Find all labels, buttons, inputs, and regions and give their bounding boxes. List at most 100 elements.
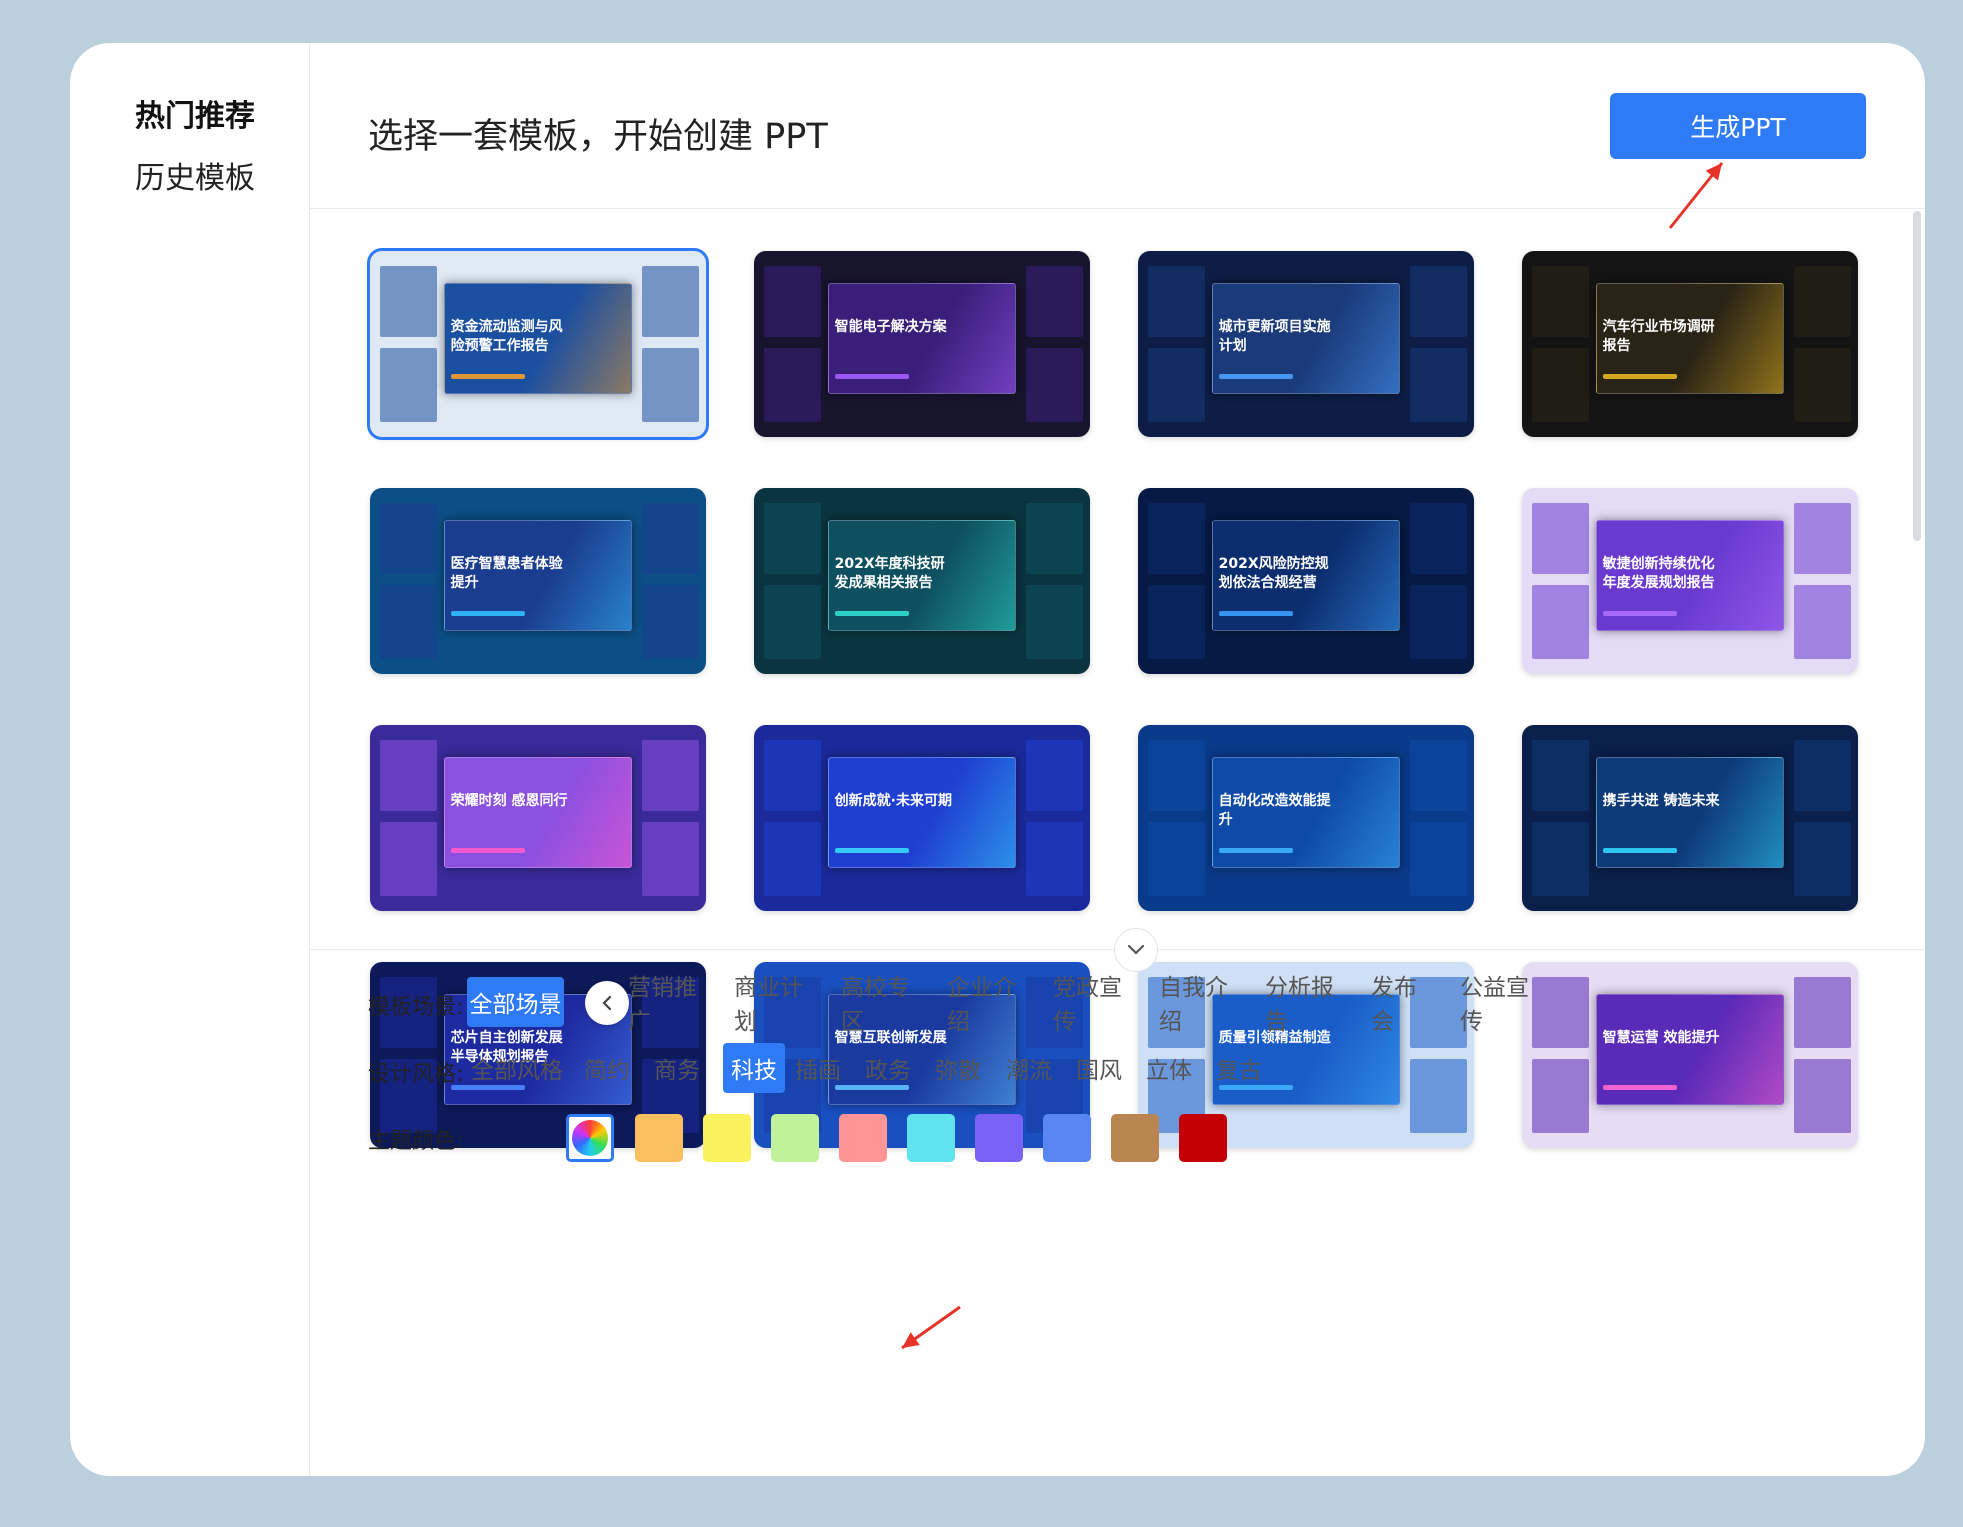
expand-button[interactable] (1114, 928, 1158, 972)
thumbnail-slide (1794, 1058, 1852, 1134)
template-card[interactable]: 携手共进 铸造未来 (1522, 725, 1858, 911)
thumbnail-slide (1410, 739, 1468, 811)
style-chip[interactable]: 政务 (863, 1043, 913, 1093)
thumbnail-slide (1532, 502, 1590, 574)
thumbnail-slide (1794, 821, 1852, 897)
scene-chip[interactable]: 党政宣传 (1053, 975, 1133, 1035)
style-chip[interactable]: 国风 (1074, 1043, 1124, 1093)
style-chip[interactable]: 复古 (1214, 1043, 1264, 1093)
style-chip[interactable]: 全部风格 (467, 1043, 567, 1093)
color-wheel-icon (572, 1120, 608, 1156)
thumbnail-slide (1794, 739, 1852, 811)
color-swatch-all[interactable] (566, 1114, 614, 1162)
template-card[interactable]: 医疗智慧患者体验提升 (370, 488, 706, 674)
thumbnail-slide (1148, 265, 1206, 337)
color-swatch[interactable] (1179, 1114, 1227, 1162)
thumbnail-slide (1532, 584, 1590, 660)
thumbnail-slide (1148, 502, 1206, 574)
thumbnail-accent-bar (1218, 847, 1293, 853)
color-swatch[interactable] (703, 1114, 751, 1162)
template-title: 创新成就·未来可期 (834, 792, 952, 809)
thumbnail-slide (764, 502, 822, 574)
main-content: 选择一套模板，开始创建 PPT 生成PPT 资金流动监测与风险预警工作报告 智能电… (310, 43, 1925, 1476)
thumbnail-accent-bar (450, 847, 525, 853)
scrollbar[interactable] (1913, 211, 1921, 541)
scene-chip[interactable]: 发布会 (1371, 975, 1431, 1035)
style-chip[interactable]: 插画 (793, 1043, 843, 1093)
scene-chip[interactable]: 分析报告 (1265, 975, 1345, 1035)
thumbnail-slide (1148, 821, 1206, 897)
thumbnail-slide (380, 584, 438, 660)
thumbnail-slide (1026, 821, 1084, 897)
color-swatch[interactable] (975, 1114, 1023, 1162)
sidebar-item-hot[interactable]: 热门推荐 (135, 91, 255, 135)
thumbnail-slide (642, 347, 700, 423)
thumbnail-slide (1148, 347, 1206, 423)
template-card[interactable]: 智能电子解决方案 (754, 251, 1090, 437)
thumbnail-slide (642, 502, 700, 574)
thumbnail-slide (1794, 347, 1852, 423)
template-card[interactable]: 荣耀时刻 感恩同行 (370, 725, 706, 911)
template-card[interactable]: 城市更新项目实施计划 (1138, 251, 1474, 437)
scene-chip[interactable]: 企业介绍 (947, 975, 1027, 1035)
thumbnail-slide (1026, 502, 1084, 574)
scene-chip[interactable]: 公益宣传 (1460, 975, 1540, 1035)
thumbnail-slide (1794, 976, 1852, 1048)
scene-chip[interactable]: 高校专区 (841, 975, 921, 1035)
template-card[interactable]: 创新成就·未来可期 (754, 725, 1090, 911)
thumbnail-accent-bar (450, 610, 525, 616)
scene-chip[interactable]: 全部场景 (467, 977, 564, 1027)
scene-prev-button[interactable] (585, 981, 629, 1025)
thumbnail-slide (1532, 265, 1590, 337)
scene-chip[interactable]: 营销推广 (628, 975, 708, 1035)
thumbnail-accent-bar (834, 610, 909, 616)
template-title: 汽车行业市场调研报告 (1602, 318, 1715, 354)
thumbnail-accent-bar (1602, 373, 1677, 379)
template-card[interactable]: 202X风险防控规划依法合规经营 (1138, 488, 1474, 674)
chevron-left-icon (602, 995, 612, 1011)
thumbnail-slide (380, 502, 438, 574)
template-card[interactable]: 202X年度科技研发成果相关报告 (754, 488, 1090, 674)
thumbnail-slide (642, 821, 700, 897)
thumbnail-slide (1026, 347, 1084, 423)
thumbnail-slide (642, 265, 700, 337)
scene-chip[interactable]: 商业计划 (734, 975, 814, 1035)
thumbnail-slide (1026, 265, 1084, 337)
thumbnail-slide (1794, 584, 1852, 660)
style-chip[interactable]: 科技 (723, 1043, 785, 1093)
template-card[interactable]: 资金流动监测与风险预警工作报告 (367, 248, 709, 440)
thumbnail-accent-bar (1602, 847, 1677, 853)
color-swatch[interactable] (1043, 1114, 1091, 1162)
style-chip[interactable]: 简约 (582, 1043, 632, 1093)
scene-filter-label: 模板场景: (368, 995, 464, 1020)
style-chip[interactable]: 商务 (652, 1043, 702, 1093)
thumbnail-slide (1026, 584, 1084, 660)
color-swatch[interactable] (839, 1114, 887, 1162)
sidebar-item-history[interactable]: 历史模板 (135, 153, 255, 197)
template-title: 敏捷创新持续优化年度发展规划报告 (1602, 555, 1715, 591)
style-chip[interactable]: 弥散 (933, 1043, 983, 1093)
sidebar: 热门推荐 历史模板 (70, 43, 310, 1476)
thumbnail-slide (764, 821, 822, 897)
color-swatch[interactable] (907, 1114, 955, 1162)
color-swatch[interactable] (1111, 1114, 1159, 1162)
template-card[interactable]: 汽车行业市场调研报告 (1522, 251, 1858, 437)
page-title: 选择一套模板，开始创建 PPT (368, 117, 828, 157)
style-chip[interactable]: 立体 (1144, 1043, 1194, 1093)
chevron-down-icon (1127, 944, 1145, 955)
thumbnail-slide (380, 821, 438, 897)
thumbnail-accent-bar (834, 373, 909, 379)
color-swatch[interactable] (635, 1114, 683, 1162)
thumbnail-slide (764, 739, 822, 811)
template-title: 202X年度科技研发成果相关报告 (834, 555, 945, 591)
template-card[interactable]: 智慧运营 效能提升 (1522, 962, 1858, 1148)
template-card[interactable]: 敏捷创新持续优化年度发展规划报告 (1522, 488, 1858, 674)
thumbnail-slide (1794, 502, 1852, 574)
header-divider (310, 208, 1925, 209)
thumbnail-accent-bar (1218, 610, 1293, 616)
style-chip[interactable]: 潮流 (1004, 1043, 1054, 1093)
template-card[interactable]: 自动化改造效能提升 (1138, 725, 1474, 911)
generate-ppt-button[interactable]: 生成PPT (1610, 93, 1866, 159)
scene-chip[interactable]: 自我介绍 (1159, 975, 1239, 1035)
color-swatch[interactable] (771, 1114, 819, 1162)
